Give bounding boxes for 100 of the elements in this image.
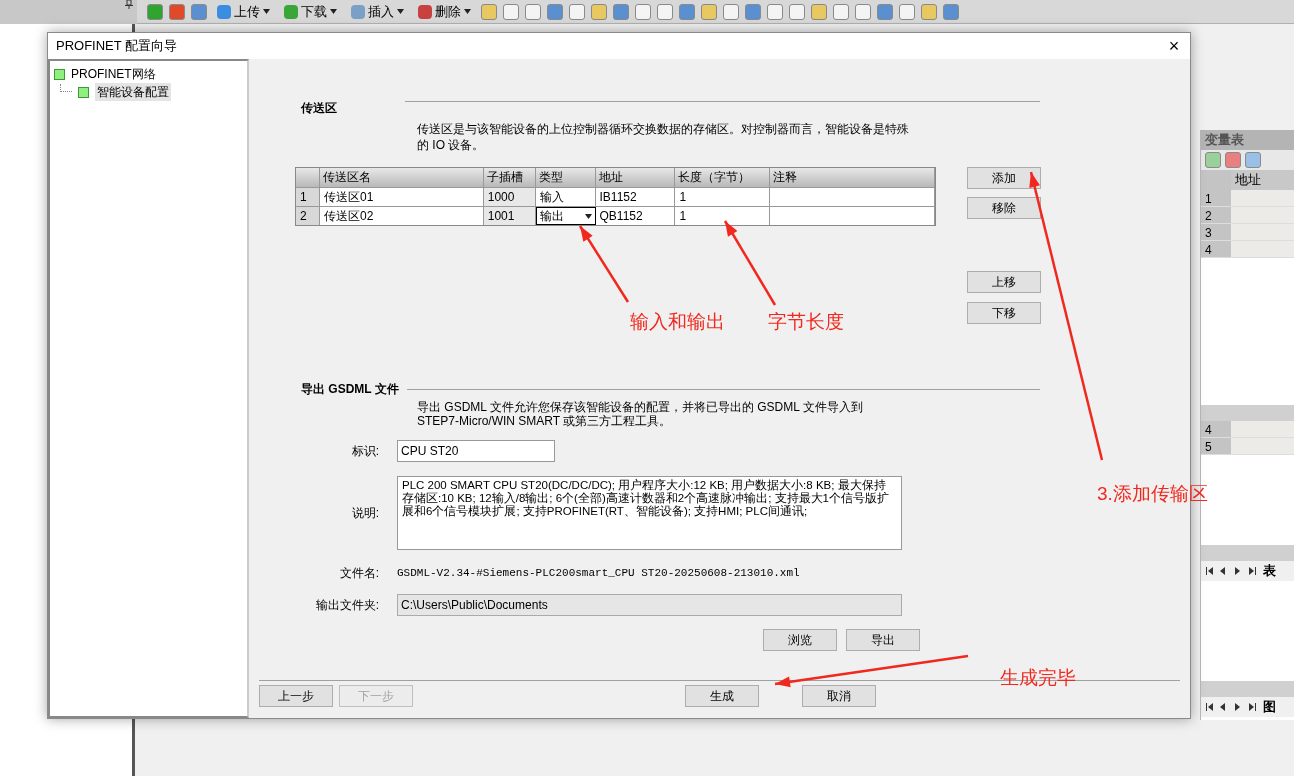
dialog-button[interactable]: 添加: [967, 167, 1041, 189]
table-cell: 1001: [483, 207, 536, 225]
field-label: 说明:: [350, 505, 380, 522]
toolbar-icon[interactable]: [191, 3, 207, 20]
table-cell: QB1152: [595, 207, 676, 225]
toolbar-icon[interactable]: [833, 3, 849, 20]
dropdown-caret-icon: [330, 9, 337, 14]
footer-button[interactable]: 上一步: [259, 685, 333, 707]
table-cell: IB1152: [595, 188, 676, 206]
toolbar-icon[interactable]: [147, 3, 163, 20]
id-input-field[interactable]: CPU ST20: [397, 440, 555, 462]
column-header: 地址: [595, 168, 676, 187]
annotation-label: 3.添加传输区: [1097, 482, 1208, 506]
node-icon: [54, 68, 65, 80]
table-cell[interactable]: [1231, 438, 1294, 454]
toolbar-icon[interactable]: [679, 3, 695, 20]
toolbar-icon[interactable]: [767, 3, 783, 20]
toolbar-icon: [418, 4, 432, 19]
nav-arrows-icon[interactable]: [1205, 703, 1259, 711]
column-header: 传送区名: [319, 168, 484, 187]
dialog-button[interactable]: 下移: [967, 302, 1041, 324]
toolbar-icon[interactable]: [591, 3, 607, 20]
section-heading: 传送区: [301, 100, 338, 117]
table-cell: 输入: [535, 188, 596, 206]
toolbar-icon[interactable]: [569, 3, 585, 20]
dialog-button[interactable]: 浏览: [763, 629, 837, 651]
footer-button[interactable]: 取消: [802, 685, 876, 707]
row-number: 1: [296, 188, 320, 206]
download-icon[interactable]: [1245, 152, 1261, 168]
table-cell: 传送区02: [319, 207, 484, 225]
table-cell: 传送区01: [319, 188, 484, 206]
column-header: 类型: [535, 168, 596, 187]
field-label: 文件名:: [338, 565, 380, 582]
toolbar-icon[interactable]: [811, 3, 827, 20]
toolbar-icon: [351, 4, 365, 19]
sheet-tab[interactable]: 图: [1263, 697, 1276, 717]
toolbar-icon: [217, 4, 231, 19]
dropdown-caret-icon: [263, 9, 270, 14]
row-number: 3: [1201, 224, 1231, 240]
toolbar-icon[interactable]: [481, 3, 497, 20]
annotation-label: 输入和输出: [630, 310, 725, 334]
toolbar-button[interactable]: 删除: [414, 1, 475, 22]
sheet-tab[interactable]: 表: [1263, 561, 1276, 581]
toolbar-icon[interactable]: [723, 3, 739, 20]
toolbar-button[interactable]: 上传: [213, 1, 274, 22]
dialog-button[interactable]: 导出: [846, 629, 920, 651]
toolbar-icon[interactable]: [169, 3, 185, 20]
column-header: 注释: [770, 168, 935, 187]
tree-item[interactable]: PROFINET网络: [71, 65, 156, 83]
tree-line: [60, 84, 72, 92]
table-cell[interactable]: [1231, 207, 1294, 223]
toolbar-icon[interactable]: [547, 3, 563, 20]
section-description: 传送区是与该智能设备的上位控制器循环交换数据的存储区。对控制器而言，智能设备是特殊的 IO 设备。: [417, 121, 910, 153]
table-cell[interactable]: [1231, 421, 1294, 437]
toolbar-icon[interactable]: [701, 3, 717, 20]
dropdown-caret-icon: [464, 9, 471, 14]
nav-arrows-icon[interactable]: [1205, 567, 1259, 575]
toolbar-icon[interactable]: [635, 3, 651, 20]
table-cell[interactable]: [1231, 190, 1294, 206]
toolbar-icon[interactable]: [503, 3, 519, 20]
toolbar-icon[interactable]: [877, 3, 893, 20]
dropdown-caret-icon: [584, 213, 592, 219]
panel-title: 变量表: [1201, 130, 1294, 150]
column-header: 长度（字节）: [675, 168, 771, 187]
table-cell: 1000: [483, 188, 536, 206]
toolbar-icon[interactable]: [855, 3, 871, 20]
toolbar-icon: [284, 4, 298, 19]
toolbar-icon[interactable]: [613, 3, 629, 20]
file-name: GSDML-V2.34-#Siemens-PLC200smart_CPU ST20-20250608-213010.xml: [397, 565, 800, 581]
toolbar-icon[interactable]: [745, 3, 761, 20]
annotation-label: 字节长度: [768, 310, 844, 334]
insert-row-icon[interactable]: [1205, 152, 1221, 168]
field-label: 标识:: [350, 443, 380, 460]
table-cell[interactable]: [1231, 241, 1294, 257]
table-cell: 1: [675, 188, 771, 206]
description-text-area[interactable]: PLC 200 SMART CPU ST20(DC/DC/DC); 用户程序大小:12 KB; 用户数据大小:8 KB; 最大保持存储区:10 KB; 12输入/8输出; 6个(全部)高速计数器和2个高速脉冲输出; 支持最大1个信号版扩展和6个信号模块扩展; 支持PROFINET(RT、智能设备); 支持HMI; PLC间通讯;: [397, 476, 902, 550]
footer-button[interactable]: 生成: [685, 685, 759, 707]
toolbar-icon[interactable]: [899, 3, 915, 20]
close-button[interactable]: ×: [1158, 34, 1190, 58]
table-cell[interactable]: [1231, 224, 1294, 240]
delete-row-icon[interactable]: [1225, 152, 1241, 168]
column-header: 子插槽: [483, 168, 536, 187]
toolbar-button[interactable]: 插入: [347, 1, 408, 22]
toolbar-icon[interactable]: [789, 3, 805, 20]
type-dropdown[interactable]: 输出: [535, 207, 596, 225]
pin-icon[interactable]: [125, 0, 133, 9]
dialog-button[interactable]: 移除: [967, 197, 1041, 219]
toolbar-icon[interactable]: [525, 3, 541, 20]
tree-item[interactable]: 智能设备配置: [95, 83, 171, 101]
section-heading: 导出 GSDML 文件: [301, 381, 399, 398]
column-header: 地址: [1231, 170, 1294, 190]
folder-input-field[interactable]: C:\Users\Public\Documents: [397, 594, 902, 616]
toolbar-icon[interactable]: [943, 3, 959, 20]
window-title: PROFINET 配置向导: [56, 37, 178, 56]
node-icon: [78, 86, 89, 98]
toolbar-icon[interactable]: [657, 3, 673, 20]
dialog-button[interactable]: 上移: [967, 271, 1041, 293]
field-label: 输出文件夹:: [314, 597, 380, 614]
toolbar-icon[interactable]: [921, 3, 937, 20]
toolbar-button[interactable]: 下载: [280, 1, 341, 22]
